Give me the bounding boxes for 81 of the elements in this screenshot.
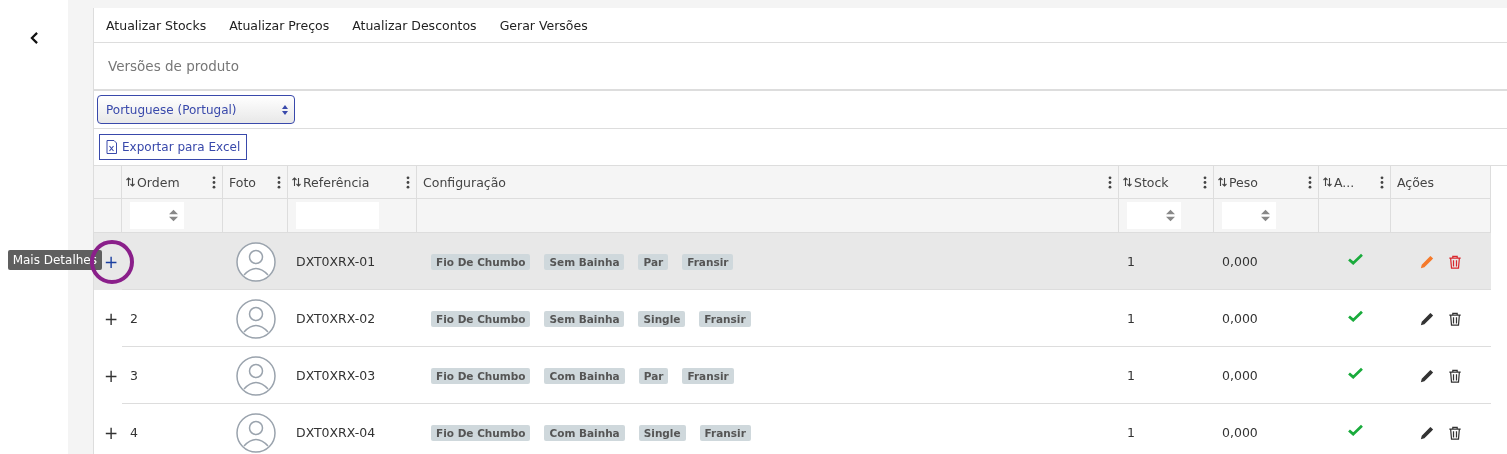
- avatar-icon: [235, 241, 276, 282]
- expand-button[interactable]: +: [104, 308, 119, 329]
- tag: Single: [638, 310, 686, 327]
- avatar-icon: [235, 355, 276, 396]
- pencil-icon[interactable]: [1420, 368, 1434, 383]
- trash-icon[interactable]: [1448, 311, 1462, 326]
- tag: Fio De Chumbo: [431, 367, 531, 384]
- tag: Fio De Chumbo: [431, 310, 531, 327]
- column-menu-icon[interactable]: [406, 175, 410, 189]
- column-menu-icon[interactable]: [1308, 175, 1312, 189]
- column-menu-icon[interactable]: [1380, 175, 1384, 189]
- sort-icon[interactable]: [126, 177, 135, 187]
- column-header[interactable]: Stock: [1134, 174, 1203, 190]
- pencil-icon[interactable]: [1420, 311, 1434, 326]
- column-header[interactable]: Foto: [229, 174, 277, 190]
- expand-button[interactable]: +: [104, 365, 119, 386]
- language-select[interactable]: Portuguese (Portugal): [97, 95, 295, 124]
- table-cell: 1: [1127, 368, 1135, 383]
- tag: Fio De Chumbo: [431, 424, 531, 441]
- sort-icon[interactable]: [1323, 177, 1332, 187]
- tag: Single: [638, 424, 686, 441]
- column-header[interactable]: Referência: [303, 174, 406, 190]
- toolbar-link[interactable]: Gerar Versões: [499, 17, 588, 33]
- table-cell: DXT0XRX-03: [296, 368, 376, 383]
- column-menu-icon[interactable]: [277, 175, 281, 189]
- expand-button[interactable]: +: [104, 422, 119, 443]
- table-cell: 0,000: [1222, 254, 1258, 269]
- number-filter-field[interactable]: [130, 202, 184, 229]
- tag: Fio De Chumbo: [431, 253, 531, 270]
- column-header[interactable]: Configuração: [423, 174, 1108, 190]
- sort-icon[interactable]: [292, 177, 301, 187]
- tag: Fransir: [699, 310, 751, 327]
- tag: Par: [638, 367, 669, 384]
- column-menu-icon[interactable]: [1108, 175, 1112, 189]
- toolbar-link[interactable]: Atualizar Preços: [229, 17, 330, 33]
- table-cell: 3: [130, 368, 138, 383]
- export-button[interactable]: Exportar para Excel: [99, 134, 248, 160]
- sort-icon[interactable]: [1123, 177, 1132, 187]
- trash-icon[interactable]: [1448, 368, 1462, 383]
- trash-icon[interactable]: [1448, 425, 1462, 440]
- table-cell: 0,000: [1222, 425, 1258, 440]
- column-header[interactable]: Ações: [1397, 174, 1484, 190]
- number-filter-field[interactable]: [1127, 202, 1181, 229]
- sort-icon[interactable]: [1218, 177, 1227, 187]
- tag: Fransir: [682, 367, 734, 384]
- column-menu-icon[interactable]: [1203, 175, 1207, 189]
- spinner-arrows-icon[interactable]: [1166, 209, 1175, 222]
- column-menu-icon[interactable]: [212, 175, 216, 189]
- tag: Fransir: [682, 253, 734, 270]
- table-cell: 4: [130, 425, 138, 440]
- back-chevron-icon[interactable]: [29, 32, 39, 44]
- table-cell: DXT0XRX-02: [296, 311, 376, 326]
- pencil-icon[interactable]: [1420, 425, 1434, 440]
- table-cell: 0,000: [1222, 311, 1258, 326]
- excel-file-icon: [106, 140, 118, 154]
- section-title: Versões de produto: [108, 58, 239, 74]
- tag: Sem Bainha: [544, 310, 625, 327]
- table-cell: 0,000: [1222, 368, 1258, 383]
- column-header[interactable]: Peso: [1229, 174, 1308, 190]
- table-cell: 2: [130, 311, 138, 326]
- table-cell: DXT0XRX-04: [296, 425, 376, 440]
- tag: Fransir: [699, 424, 751, 441]
- toolbar-link[interactable]: Atualizar Descontos: [352, 17, 477, 33]
- number-filter-field[interactable]: [1222, 202, 1276, 229]
- tag: Sem Bainha: [544, 253, 625, 270]
- table-cell: 1: [1127, 425, 1135, 440]
- column-header[interactable]: Ordem: [137, 174, 212, 190]
- table-cell: DXT0XRX-01: [296, 254, 376, 269]
- spinner-arrows-icon[interactable]: [1261, 209, 1270, 222]
- avatar-icon: [235, 412, 276, 453]
- avatar-icon: [235, 298, 276, 339]
- column-header[interactable]: A...: [1334, 174, 1380, 190]
- tag: Com Bainha: [544, 367, 625, 384]
- tag: Par: [638, 253, 669, 270]
- toolbar-link[interactable]: Atualizar Stocks: [106, 17, 207, 33]
- spinner-arrows-icon[interactable]: [169, 209, 178, 222]
- sort-arrows-icon: [282, 104, 288, 115]
- table-cell: 1: [1127, 311, 1135, 326]
- table-cell: 1: [1127, 254, 1135, 269]
- tag: Com Bainha: [544, 424, 625, 441]
- expand-button[interactable]: +: [104, 251, 119, 272]
